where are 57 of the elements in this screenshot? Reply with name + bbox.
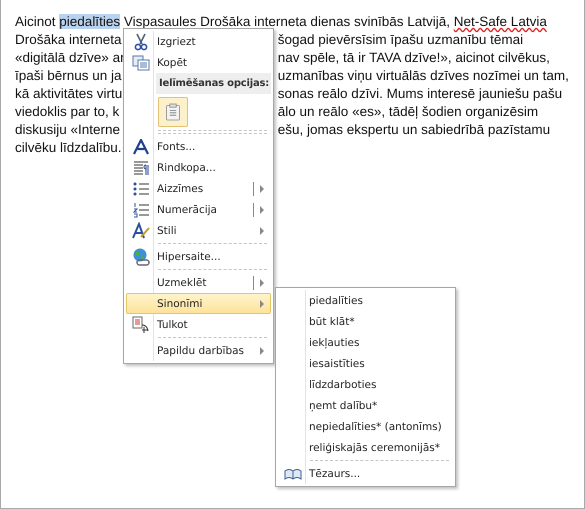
clipboard-icon (165, 101, 181, 123)
menu-item[interactable]: būt klāt* (278, 311, 453, 332)
menu-item[interactable]: nepiedalīties* (antonīms) (278, 416, 453, 437)
document-text: cilvēku līdzdalību. (15, 140, 122, 155)
menu-item[interactable]: Rindkopa... (126, 157, 271, 178)
menu-item[interactable]: Numerācija (126, 199, 271, 220)
document-text: uzmanības viņu virtuālās dzīves nozīmei un tam, (278, 68, 569, 83)
submenu-arrow-icon (260, 278, 264, 286)
menu-item[interactable]: ņemt dalību* (278, 395, 453, 416)
bullet-list-icon (133, 180, 149, 196)
scissors-icon (134, 32, 148, 50)
menu-item[interactable]: Tulkot (126, 314, 271, 335)
document-text: diskusiju «Interne (15, 122, 120, 137)
document-text: ālo un reālo «es», tādēļ šodien organizēsim (278, 104, 538, 119)
styles-icon (132, 222, 150, 240)
menu-section-header: Ielīmēšanas opcijas: (156, 73, 271, 94)
document-text: Aicinot (15, 14, 57, 29)
paragraph-icon (133, 160, 149, 176)
menu-item[interactable]: Hipersaite... (126, 246, 271, 267)
menu-item[interactable]: Papildu darbības (126, 340, 271, 361)
document-text: šogad pievērsīsim īpašu uzmanību tēmai (278, 32, 524, 47)
menu-item[interactable]: iesaistīties (278, 353, 453, 374)
translate-icon (132, 316, 150, 334)
submenu-arrow-icon (260, 346, 264, 354)
menu-item[interactable]: Izgriezt (126, 31, 271, 52)
font-icon (133, 138, 149, 154)
document-text: īpaši bērnus un ja (15, 68, 122, 83)
menu-item[interactable]: Tēzaurs... (278, 463, 453, 484)
menu-item[interactable]: Fonts... (126, 136, 271, 157)
document-text: «digitālā dzīve» ar (15, 50, 125, 65)
menu-item[interactable]: reliģiskajās ceremonijās* (278, 437, 453, 458)
document-text: ešu, jomas ekspertu un sabiedrībā pazīstamu (278, 122, 550, 137)
globe-link-icon (132, 248, 150, 266)
document-text: nav spēle, tā ir TAVA dzīve!», aicinot cilvēkus, (278, 50, 550, 65)
document-text: sonas reālo dzīvi. Mums interesē jauniešu pašu (278, 86, 562, 101)
menu-item[interactable]: Aizzīmes (126, 178, 271, 199)
document-text: Vispasaules Drošāka interneta dienas svinībās Latvijā, (122, 14, 452, 29)
submenu-arrow-icon (260, 184, 264, 192)
document-text: Drošāka interneta (15, 32, 122, 47)
copy-icon (132, 54, 150, 70)
numbered-list-icon (133, 202, 149, 218)
menu-item[interactable]: iekļauties (278, 332, 453, 353)
keep-formatting-paste-button[interactable] (158, 97, 188, 127)
submenu-arrow-icon (260, 206, 264, 214)
selected-word: piedalīties (59, 14, 120, 29)
menu-item[interactable]: Sinonīmi (126, 293, 271, 314)
document-text: kā aktivitātes virtu (15, 86, 122, 101)
menu-item[interactable]: piedalīties (278, 290, 453, 311)
menu-item[interactable]: Stili (126, 220, 271, 241)
menu-item[interactable]: Uzmeklēt (126, 272, 271, 293)
menu-item[interactable]: līdzdarboties (278, 374, 453, 395)
document-text: viedoklis par to, k (15, 104, 120, 119)
misspelled-text: Net-Safe Latvia (454, 14, 547, 29)
menu-item[interactable]: Kopēt (126, 52, 271, 73)
submenu-arrow-icon (260, 300, 264, 308)
book-icon (284, 466, 302, 480)
submenu-arrow-icon (260, 226, 264, 234)
